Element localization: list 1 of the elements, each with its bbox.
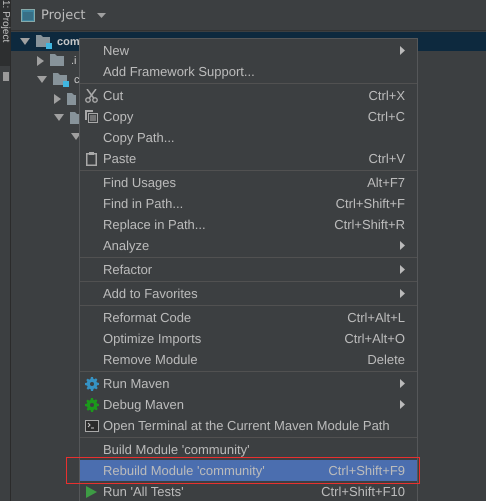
panel-title: Project [41, 8, 86, 22]
